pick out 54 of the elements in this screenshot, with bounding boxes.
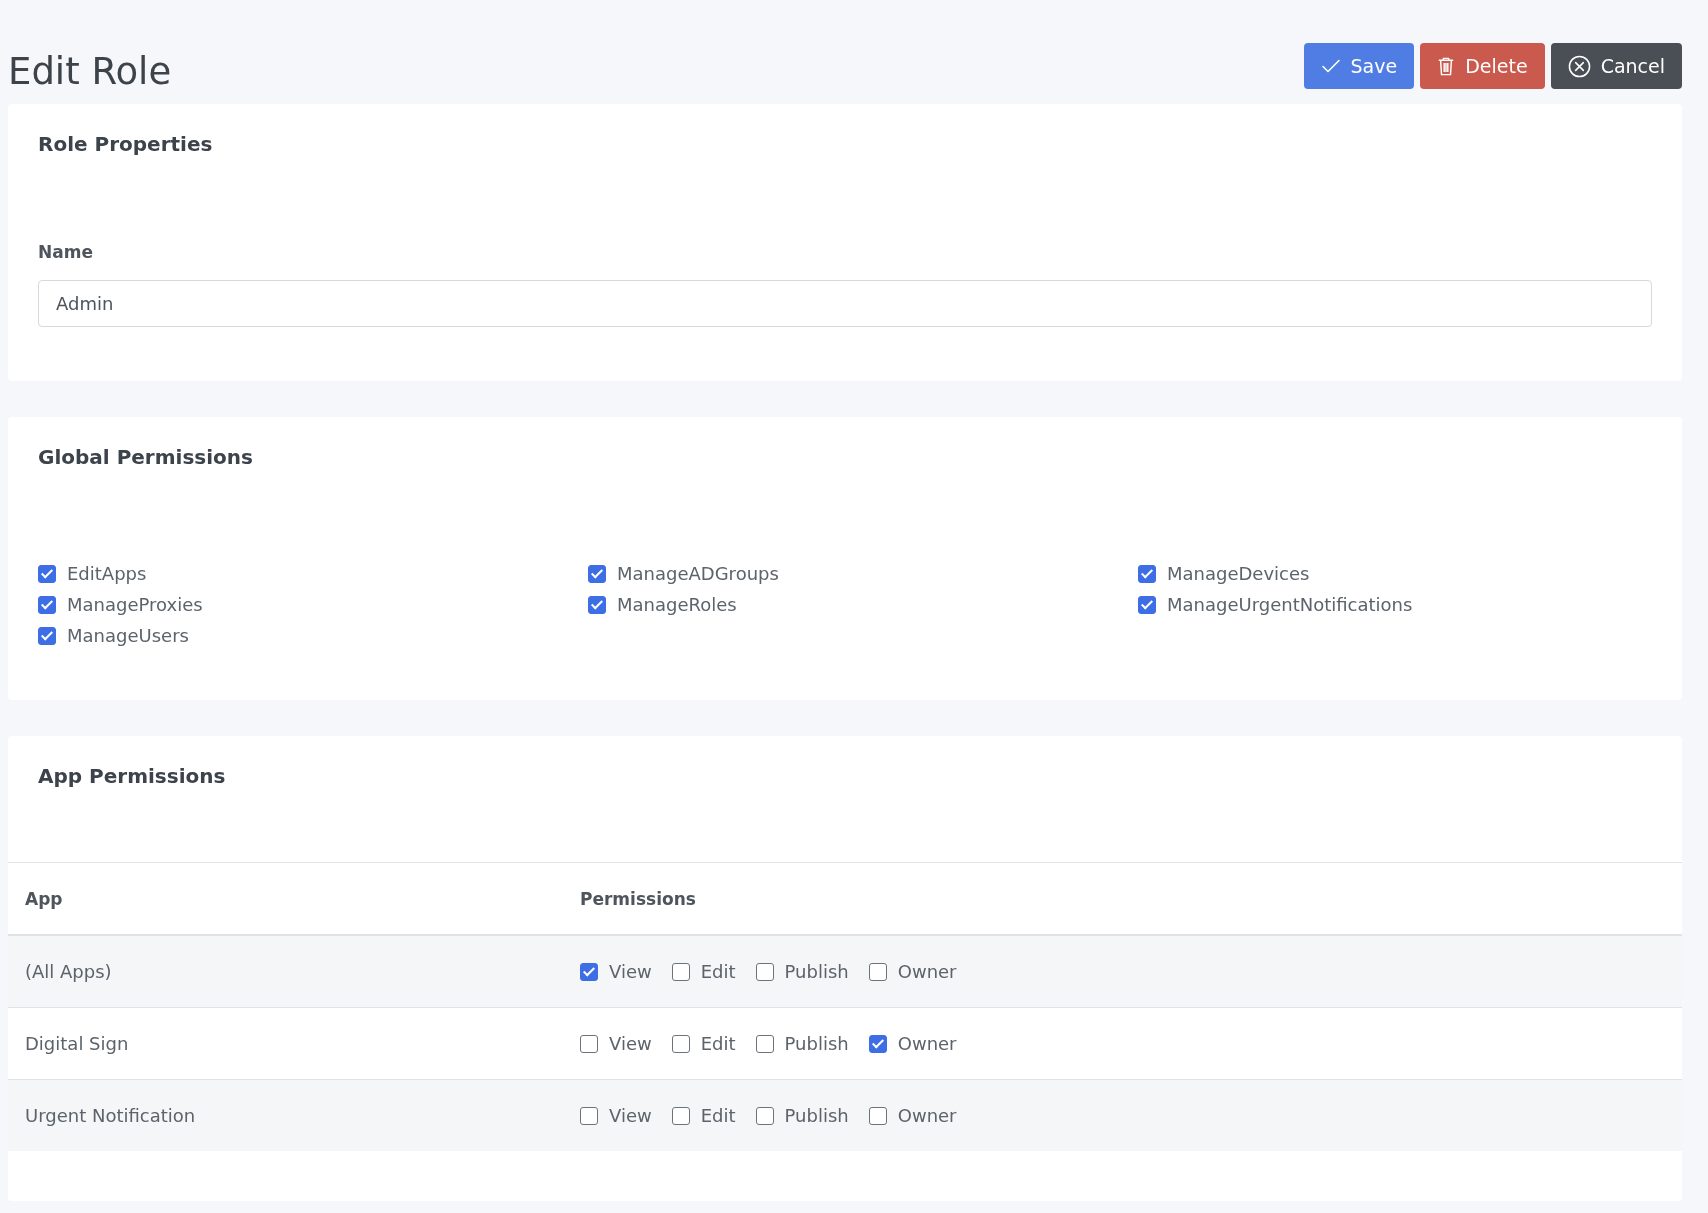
column-header: Permissions <box>580 888 696 909</box>
close-icon <box>1567 54 1591 78</box>
checkbox-label: View <box>609 1105 652 1126</box>
checkbox-label: Publish <box>784 1105 849 1126</box>
checkbox[interactable] <box>580 962 598 981</box>
checkbox-label: Owner <box>897 1033 957 1054</box>
checkbox-label: Publish <box>784 1033 849 1054</box>
checkbox-label: ManageADGroups <box>617 563 779 584</box>
checkbox-label: View <box>609 1033 652 1054</box>
checkbox[interactable] <box>671 1106 690 1125</box>
checkbox[interactable] <box>1138 564 1156 583</box>
page-title: Edit Role <box>8 53 172 90</box>
checkbox-label: ManageUrgentNotifications <box>1167 594 1413 615</box>
checkbox[interactable] <box>671 962 690 981</box>
card-title: Role Properties <box>38 132 214 158</box>
field-label: Name <box>38 242 94 262</box>
checkbox[interactable] <box>671 1034 690 1053</box>
checkbox[interactable] <box>755 1106 774 1125</box>
card-title: App Permissions <box>37 764 227 790</box>
checkbox[interactable] <box>868 1106 887 1125</box>
trash-icon <box>1437 55 1456 77</box>
checkbox-label: Owner <box>897 1105 957 1126</box>
checkbox[interactable] <box>38 626 56 645</box>
checkbox-label: Publish <box>784 961 849 982</box>
checkbox[interactable] <box>868 962 887 981</box>
name-input-field[interactable]: Admin <box>38 280 1652 327</box>
save-button[interactable]: Save <box>1303 43 1415 89</box>
column-header: App <box>24 888 64 909</box>
cancel-button[interactable]: Cancel <box>1550 43 1682 89</box>
checkbox[interactable] <box>580 1034 598 1053</box>
checkbox[interactable] <box>755 1034 774 1053</box>
checkbox-label: ManageDevices <box>1167 563 1310 584</box>
checkbox-label: View <box>609 961 652 982</box>
checkbox-label: ManageProxies <box>67 594 203 615</box>
table-cell-text: Urgent Notification <box>24 1105 197 1126</box>
table-cell-text: (All Apps) <box>24 961 113 982</box>
checkbox-label: EditApps <box>67 563 147 584</box>
checkbox[interactable] <box>1138 595 1156 614</box>
checkbox[interactable] <box>755 962 774 981</box>
checkbox-label: ManageUsers <box>67 625 189 646</box>
checkbox[interactable] <box>588 595 606 614</box>
delete-button[interactable]: Delete <box>1420 43 1545 89</box>
checkbox[interactable] <box>580 1106 598 1125</box>
card-title: Global Permissions <box>38 445 254 471</box>
table-cell-text: Digital Sign <box>24 1033 130 1054</box>
checkbox[interactable] <box>38 564 56 583</box>
checkbox-label: ManageRoles <box>617 594 737 615</box>
checkbox-label: Edit <box>700 961 736 982</box>
checkbox-label: Edit <box>700 1105 736 1126</box>
checkbox[interactable] <box>38 595 56 614</box>
checkbox-label: Owner <box>897 961 957 982</box>
checkbox[interactable] <box>588 564 606 583</box>
checkbox-label: Edit <box>700 1033 736 1054</box>
checkbox[interactable] <box>868 1034 887 1053</box>
